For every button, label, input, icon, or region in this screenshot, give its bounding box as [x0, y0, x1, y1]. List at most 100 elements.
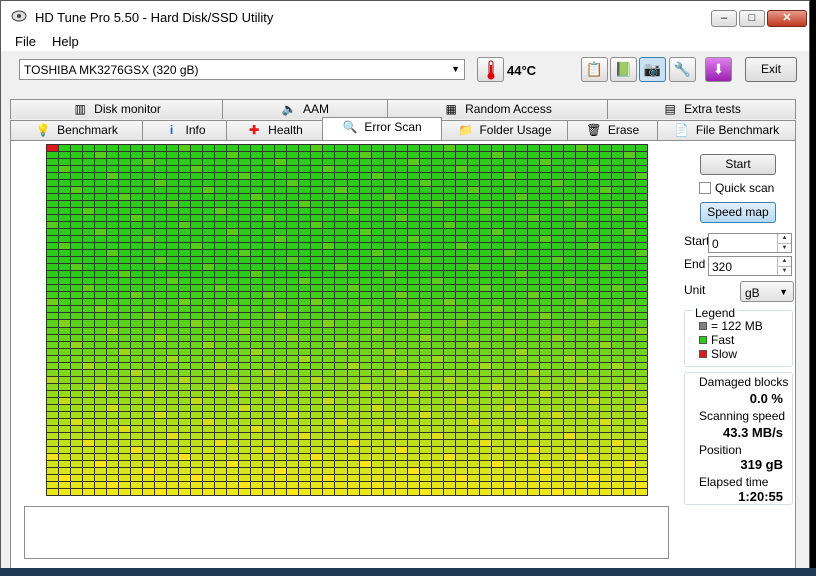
scan-block [347, 355, 359, 362]
tab-benchmark[interactable]: 💡 Benchmark [10, 120, 143, 140]
scan-block [347, 236, 359, 243]
scan-block [335, 467, 347, 474]
scan-block [167, 397, 179, 404]
scan-block [239, 285, 251, 292]
options-button[interactable]: 🔧 [669, 57, 696, 82]
scan-block [623, 460, 635, 467]
scan-block [359, 145, 371, 152]
scan-block [143, 208, 155, 215]
screenshot-button[interactable]: 📷 [639, 57, 666, 82]
maximize-button[interactable]: □ [739, 10, 765, 27]
start-spinner[interactable]: 0 ▲ ▼ [708, 233, 792, 253]
close-button[interactable]: ✕ [767, 10, 807, 27]
tab-aam[interactable]: 🔈 AAM [222, 99, 388, 119]
exit-button[interactable]: Exit [745, 57, 797, 82]
scan-block [479, 320, 491, 327]
scan-block [191, 285, 203, 292]
spin-down-icon[interactable]: ▼ [777, 266, 791, 275]
scan-block [455, 460, 467, 467]
scan-block [611, 383, 623, 390]
scan-block [587, 208, 599, 215]
scan-block [467, 278, 479, 285]
unit-select[interactable]: gB ▼ [740, 281, 794, 302]
minimize-button[interactable]: – [711, 10, 737, 27]
scan-block [191, 334, 203, 341]
scan-block [155, 355, 167, 362]
tab-folder-usage[interactable]: 📁 Folder Usage [441, 120, 568, 140]
scan-block [551, 425, 563, 432]
scan-block [191, 460, 203, 467]
scan-block [263, 404, 275, 411]
spin-up-icon[interactable]: ▲ [777, 257, 791, 266]
tab-erase[interactable]: 🗑 Erase [567, 120, 658, 140]
copy-screenshot-button[interactable]: 📗 [610, 57, 637, 82]
scan-block [203, 271, 215, 278]
quick-scan-checkbox[interactable] [699, 182, 711, 194]
scan-block [395, 362, 407, 369]
start-button[interactable]: Start [700, 154, 776, 175]
scan-block [83, 488, 95, 495]
scan-block [395, 215, 407, 222]
scan-block [551, 299, 563, 306]
scan-block [203, 159, 215, 166]
scan-block [599, 159, 611, 166]
scan-block [215, 474, 227, 481]
scan-block [287, 467, 299, 474]
scan-block [215, 264, 227, 271]
tab-health[interactable]: ✚ Health [226, 120, 323, 140]
speed-map-button[interactable]: Speed map [700, 202, 776, 223]
scan-block [527, 299, 539, 306]
scan-block [275, 439, 287, 446]
scan-block [59, 285, 71, 292]
scan-block [155, 348, 167, 355]
tab-file-benchmark[interactable]: 📄 File Benchmark [657, 120, 796, 140]
scan-block [371, 362, 383, 369]
scan-block [143, 236, 155, 243]
scan-block [95, 173, 107, 180]
scan-block [407, 432, 419, 439]
scan-block [635, 215, 647, 222]
scan-block [395, 432, 407, 439]
scan-block [47, 425, 59, 432]
scan-block [515, 285, 527, 292]
scan-block [431, 208, 443, 215]
scan-block [167, 432, 179, 439]
scan-block [467, 145, 479, 152]
scan-block [635, 229, 647, 236]
scan-block [167, 145, 179, 152]
menu-help[interactable]: Help [52, 34, 79, 49]
menu-file[interactable]: File [15, 34, 36, 49]
tab-info[interactable]: i Info [142, 120, 227, 140]
scan-block [47, 411, 59, 418]
scan-block [143, 173, 155, 180]
tab-random-access[interactable]: ▦ Random Access [387, 99, 608, 119]
save-button[interactable]: ⬇ [705, 57, 732, 82]
drive-select[interactable]: TOSHIBA MK3276GSX (320 gB) ▼ [19, 59, 465, 80]
scan-block [347, 222, 359, 229]
scan-block [383, 285, 395, 292]
tab-error-scan[interactable]: 🔍 Error Scan [322, 117, 442, 140]
scan-block [323, 166, 335, 173]
temperature-button[interactable] [477, 57, 504, 82]
scan-block [551, 201, 563, 208]
tab-disk-monitor[interactable]: ▥ Disk monitor [10, 99, 223, 119]
scan-block [203, 278, 215, 285]
scan-block [191, 278, 203, 285]
scan-block [143, 292, 155, 299]
scan-block [371, 159, 383, 166]
scan-block [299, 159, 311, 166]
scan-block [311, 390, 323, 397]
scan-block [299, 376, 311, 383]
scan-block [551, 460, 563, 467]
scan-block [419, 166, 431, 173]
end-spinner[interactable]: 320 ▲ ▼ [708, 256, 792, 276]
scan-block [323, 341, 335, 348]
tab-extra-tests[interactable]: ▤ Extra tests [607, 99, 796, 119]
scan-block [179, 222, 191, 229]
spin-up-icon[interactable]: ▲ [777, 234, 791, 243]
spin-down-icon[interactable]: ▼ [777, 243, 791, 252]
copy-info-button[interactable]: 📋 [581, 57, 608, 82]
scan-block [275, 320, 287, 327]
scan-block [263, 194, 275, 201]
scan-block [599, 383, 611, 390]
